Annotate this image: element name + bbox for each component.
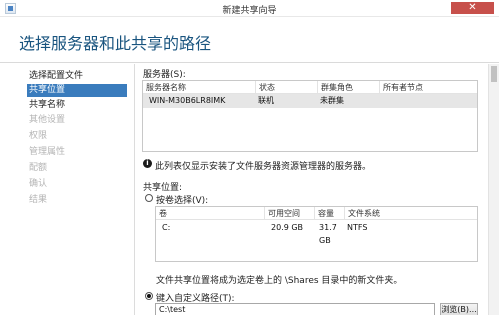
servers-grid-header: 服务器名称 状态 群集角色 所有者节点 xyxy=(143,81,477,94)
servers-note: 此列表仅显示安装了文件服务器资源管理器的服务器。 xyxy=(155,162,372,172)
server-status-cell: 联机 xyxy=(258,96,274,105)
wizard-header: 选择服务器和此共享的路径 xyxy=(0,18,499,63)
step-other-settings: 其他设置 xyxy=(29,115,66,125)
volume-cell[interactable]: C: xyxy=(159,221,259,234)
volume-free-space-cell: 20.9 GB xyxy=(271,223,304,232)
volume-capacity-cell: 31.7 GB xyxy=(319,223,337,245)
close-button[interactable]: ✕ xyxy=(451,2,494,14)
volume-note: 文件共享位置将成为选定卷上的 \Shares 目录中的新文件夹。 xyxy=(156,276,403,286)
table-row[interactable]: WIN-M30B6LR8IMK 联机 未群集 xyxy=(143,94,477,108)
column-volume[interactable]: 卷 xyxy=(156,207,264,220)
column-server-name[interactable]: 服务器名称 xyxy=(143,81,255,94)
step-results: 结果 xyxy=(29,195,48,205)
share-location-label: 共享位置: xyxy=(143,183,183,193)
step-select-profile[interactable]: 选择配置文件 xyxy=(27,70,127,83)
server-name-cell: WIN-M30B6LR8IMK xyxy=(149,96,226,105)
servers-grid: 服务器名称 状态 群集角色 所有者节点 WIN-M30B6LR8IMK 联机 未… xyxy=(142,80,478,152)
column-file-system[interactable]: 文件系统 xyxy=(344,207,477,220)
browse-button[interactable]: 浏览(B)... xyxy=(440,303,478,315)
select-by-volume-radio[interactable] xyxy=(145,194,153,202)
volumes-grid: 卷 可用空间 容量 文件系统 C: 20.9 GB 31.7 GB NTFS xyxy=(155,206,478,262)
server-owner-node-cell xyxy=(379,94,475,107)
column-free-space[interactable]: 可用空间 xyxy=(264,207,314,220)
wizard-steps-sidebar: 选择配置文件 共享位置 共享名称 其他设置 权限 管理属性 配额 确认 结果 xyxy=(0,64,134,315)
volumes-grid-header: 卷 可用空间 容量 文件系统 xyxy=(156,207,477,220)
column-owner-node[interactable]: 所有者节点 xyxy=(379,81,477,94)
custom-path-radio[interactable] xyxy=(145,292,153,300)
server-cluster-role-cell: 未群集 xyxy=(320,96,344,105)
page-title: 选择服务器和此共享的路径 xyxy=(19,34,212,53)
content-scrollbar[interactable] xyxy=(488,64,499,315)
custom-path-input[interactable]: C:\test xyxy=(155,303,435,315)
step-confirmation: 确认 xyxy=(29,179,48,189)
column-capacity[interactable]: 容量 xyxy=(314,207,344,220)
step-quota: 配额 xyxy=(29,163,48,173)
column-status[interactable]: 状态 xyxy=(255,81,317,94)
window-title: 新建共享向导 xyxy=(222,6,277,16)
step-management-properties: 管理属性 xyxy=(29,147,66,157)
volume-file-system-cell: NTFS xyxy=(347,223,368,232)
scrollbar-thumb[interactable] xyxy=(491,66,497,82)
sidebar-divider xyxy=(134,64,135,315)
step-share-location[interactable]: 共享位置 xyxy=(27,84,127,97)
window-titlebar: 新建共享向导 ✕ xyxy=(0,0,499,17)
info-icon: i xyxy=(143,159,152,168)
step-share-name[interactable]: 共享名称 xyxy=(27,99,127,112)
servers-label: 服务器(S): xyxy=(143,70,186,80)
column-cluster-role[interactable]: 群集角色 xyxy=(317,81,379,94)
select-by-volume-label[interactable]: 按卷选择(V): xyxy=(156,193,208,206)
step-permissions: 权限 xyxy=(29,131,48,141)
